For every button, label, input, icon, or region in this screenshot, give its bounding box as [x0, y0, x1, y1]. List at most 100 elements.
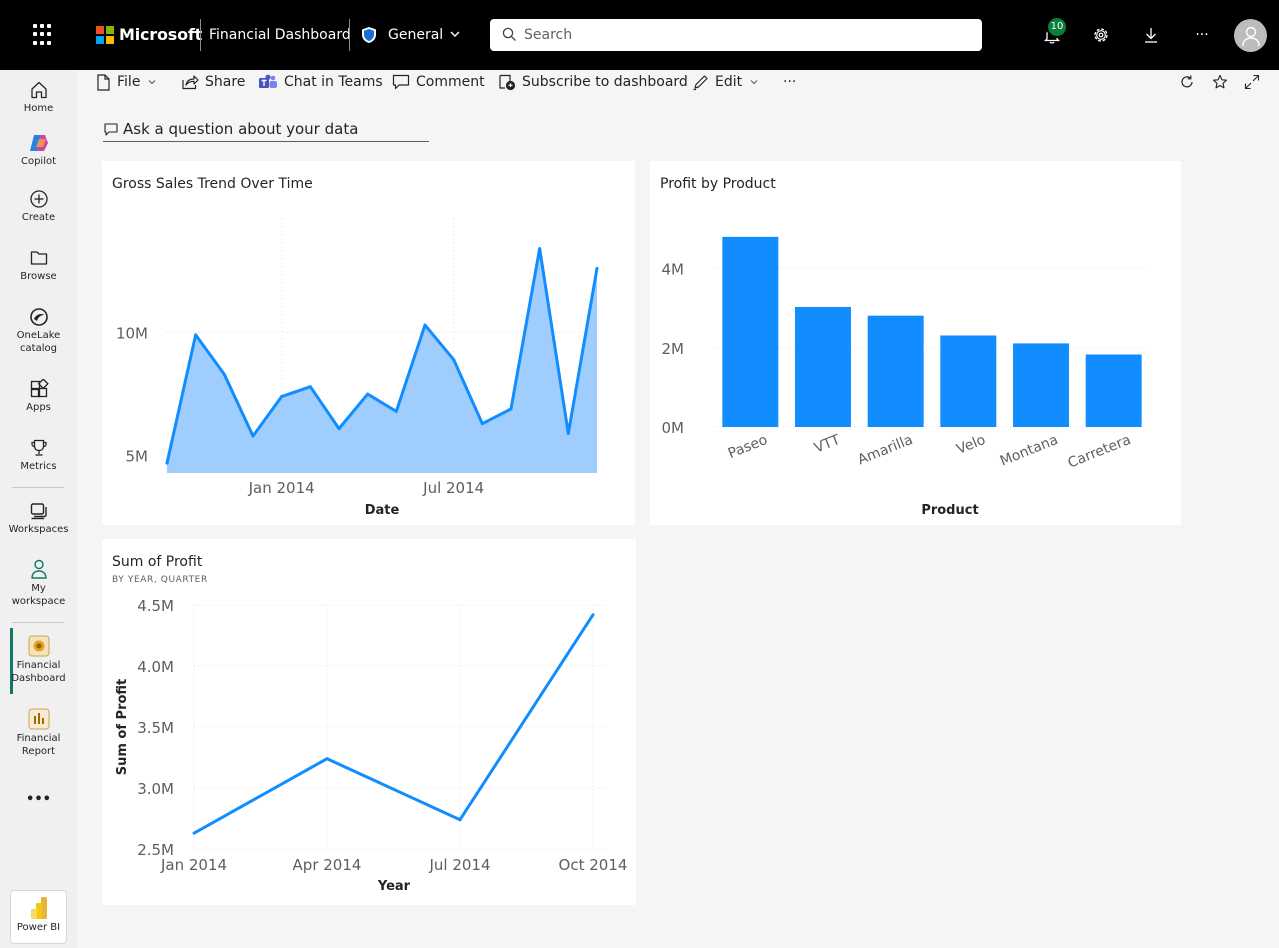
powerbi-app-button[interactable]: Power BI [10, 890, 67, 944]
subscribe-label: Subscribe to dashboard [522, 74, 688, 90]
x-tick-label: Velo [954, 432, 987, 458]
x-tick-label: Jan 2014 [160, 856, 227, 874]
nav-financial-report[interactable]: Financial Report [0, 708, 77, 758]
gear-icon [1094, 28, 1108, 42]
nav-metrics[interactable]: Metrics [0, 438, 77, 473]
powerbi-label: Power BI [16, 922, 61, 933]
search-box[interactable] [490, 19, 982, 51]
file-menu-button[interactable]: File [96, 70, 163, 94]
trophy-icon [30, 439, 47, 456]
avatar[interactable] [1234, 19, 1267, 52]
tile-profit-by-product[interactable]: Profit by Product 0M 2M 4M Paseo VTT Amarilla… [650, 161, 1181, 525]
dashboard-name[interactable]: Financial Dashboard [209, 27, 351, 43]
file-label: File [117, 74, 141, 90]
brand-name[interactable]: Microsoft [119, 25, 202, 44]
navigation-rail: Home Copilot Create Browse OneLake catal… [0, 70, 77, 948]
fullscreen-button[interactable] [1244, 70, 1266, 94]
powerbi-logo-icon [30, 897, 47, 919]
y-tick-label: 5M [126, 448, 149, 466]
x-tick-label: Jul 2014 [422, 479, 484, 497]
divider [200, 19, 201, 51]
person-icon [30, 559, 47, 579]
chat-bubble-icon [104, 122, 118, 136]
bar [1085, 354, 1142, 427]
x-tick-label: Oct 2014 [559, 856, 628, 874]
subscribe-button[interactable]: Subscribe to dashboard [498, 70, 688, 94]
data-point [251, 434, 255, 438]
x-tick-label: Paseo [726, 432, 770, 462]
divider [349, 19, 350, 51]
bar [867, 315, 924, 427]
x-tick-label: Amarilla [856, 432, 916, 468]
download-icon [1145, 28, 1157, 43]
refresh-button[interactable] [1179, 70, 1201, 94]
nav-copilot[interactable]: Copilot [0, 133, 77, 168]
rail-divider [12, 487, 64, 488]
app-launcher-icon[interactable] [33, 24, 55, 46]
bar [795, 306, 851, 427]
comment-label: Comment [416, 74, 485, 90]
nav-label: Copilot [20, 156, 57, 167]
nav-label: Workspaces [8, 524, 69, 535]
download-button[interactable] [1138, 22, 1164, 48]
data-point [222, 372, 226, 376]
bar [940, 335, 997, 427]
nav-label: catalog [20, 343, 57, 354]
create-icon [29, 190, 48, 208]
qa-box[interactable]: Ask a question about your data [103, 116, 429, 142]
nav-label: Financial [16, 733, 61, 744]
tile-sum-of-profit[interactable]: Sum of Profit BY YEAR, QUARTER 2.5M 3.0M 3… [102, 539, 636, 905]
search-icon [502, 27, 516, 41]
tile-gross-sales[interactable]: Gross Sales Trend Over Time 5M 10M Jan 201… [102, 161, 635, 525]
home-icon [30, 81, 47, 99]
favorite-button[interactable] [1212, 70, 1234, 94]
nav-label: Browse [20, 271, 57, 282]
edit-button[interactable]: Edit [692, 70, 765, 94]
search-input[interactable] [524, 25, 964, 45]
more-options-button[interactable]: ··· [1189, 22, 1215, 48]
data-point [452, 358, 456, 362]
comment-button[interactable]: Comment [392, 70, 485, 94]
more-nav-button[interactable]: ••• [0, 792, 77, 807]
share-icon [182, 75, 199, 90]
x-tick-label: Jul 2014 [428, 856, 490, 874]
chevron-down-icon [149, 80, 156, 85]
person-icon [1241, 26, 1260, 46]
y-tick-label: 0M [662, 419, 685, 437]
star-icon [1212, 74, 1228, 89]
more-commands-button[interactable]: ··· [783, 70, 796, 94]
nav-workspaces[interactable]: Workspaces [0, 501, 77, 536]
logo-square-blue [96, 36, 104, 44]
profit-bar-chart: 0M 2M 4M Paseo VTT Amarilla Velo Montana Carrete… [662, 236, 1150, 518]
copilot-icon [29, 135, 48, 151]
chevron-down-icon[interactable] [449, 28, 461, 40]
nav-apps[interactable]: Apps [0, 379, 77, 414]
sensitivity-label[interactable]: General [388, 27, 443, 43]
nav-create[interactable]: Create [0, 189, 77, 224]
x-tick-label: Jan 2014 [248, 479, 315, 497]
data-point [566, 432, 570, 436]
nav-home[interactable]: Home [0, 80, 77, 115]
nav-label: Apps [26, 402, 51, 413]
y-tick-label: 4M [662, 261, 685, 279]
data-point [591, 613, 595, 617]
comment-icon [392, 74, 410, 90]
logo-square-green [106, 26, 114, 34]
y-tick-label: 4.0M [137, 658, 174, 676]
chat-in-teams-button[interactable]: Chat in Teams [258, 70, 383, 94]
top-app-bar: Microsoft Financial Dashboard General 10 [0, 0, 1279, 70]
microsoft-logo [96, 26, 114, 44]
nav-financial-dashboard[interactable]: Financial Dashboard [0, 635, 77, 685]
shield-icon[interactable] [361, 26, 377, 44]
x-axis-title: Year [377, 879, 411, 894]
logo-square-yellow [106, 36, 114, 44]
y-tick-label: 3.0M [137, 780, 174, 798]
settings-button[interactable] [1088, 22, 1114, 48]
data-point [192, 831, 196, 835]
nav-my-workspace[interactable]: My workspace [0, 558, 77, 608]
nav-label: Report [21, 746, 56, 757]
nav-onelake-catalog[interactable]: OneLake catalog [0, 307, 77, 355]
nav-browse[interactable]: Browse [0, 248, 77, 283]
share-button[interactable]: Share [181, 70, 245, 94]
data-point [165, 461, 169, 465]
